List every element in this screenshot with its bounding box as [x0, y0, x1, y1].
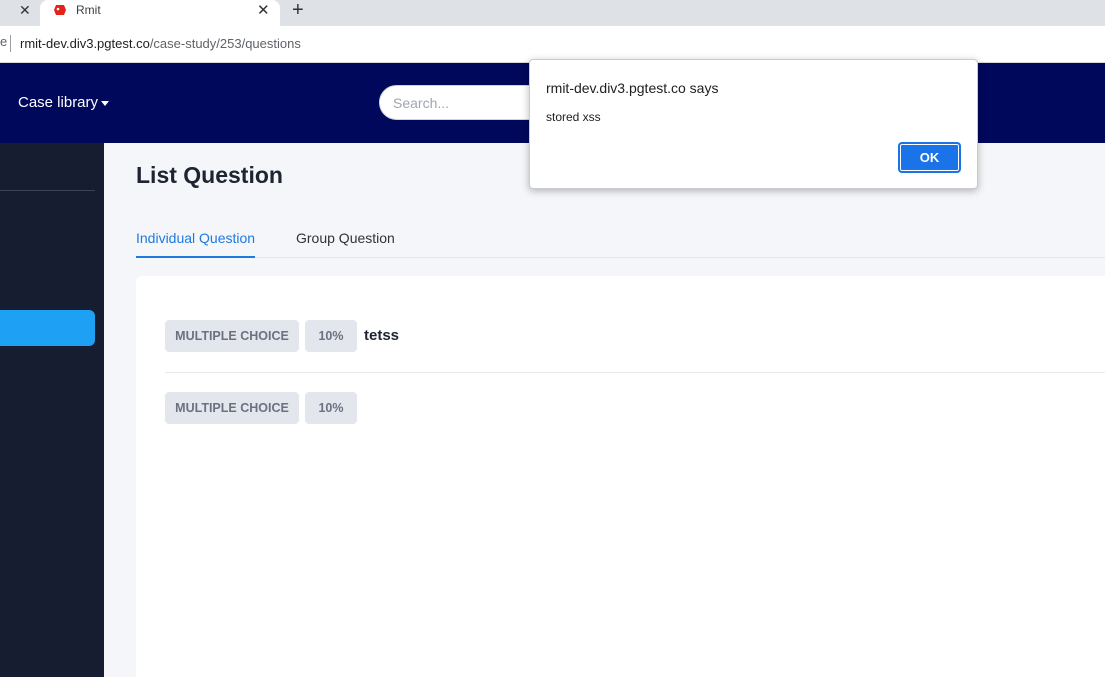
- tab-title: Rmit: [76, 3, 101, 17]
- question-list-card: MULTIPLE CHOICE 10% tetss MULTIPLE CHOIC…: [136, 276, 1105, 677]
- url-text[interactable]: rmit-dev.div3.pgtest.co/case-study/253/q…: [20, 36, 301, 51]
- divider: [165, 372, 1105, 373]
- question-weight-badge: 10%: [305, 392, 357, 424]
- favicon-icon: [54, 5, 66, 15]
- new-tab-icon[interactable]: +: [292, 0, 304, 22]
- tab-group-question[interactable]: Group Question: [296, 230, 395, 258]
- url-host: rmit-dev.div3.pgtest.co: [20, 36, 150, 51]
- sidebar: [0, 143, 104, 677]
- previous-tab[interactable]: ✕: [0, 0, 40, 26]
- caret-down-icon: [101, 100, 110, 106]
- page-title: List Question: [136, 162, 283, 188]
- tab-individual-question[interactable]: Individual Question: [136, 230, 256, 258]
- question-tabs: Individual Question Group Question: [136, 230, 1105, 258]
- url-path: /case-study/253/questions: [149, 36, 301, 51]
- case-library-label: Case library: [18, 94, 99, 111]
- question-text: tetss: [364, 327, 400, 344]
- sidebar-divider: [0, 190, 95, 191]
- ok-button[interactable]: OK: [898, 142, 961, 173]
- browser-tab-bar: ✕ Rmit ✕ +: [0, 0, 1105, 26]
- dialog-title: rmit-dev.div3.pgtest.co says: [546, 80, 719, 96]
- question-type-badge: MULTIPLE CHOICE: [165, 320, 299, 352]
- question-type-badge: MULTIPLE CHOICE: [165, 392, 299, 424]
- sidebar-item-active[interactable]: [0, 310, 95, 346]
- address-bar[interactable]: e rmit-dev.div3.pgtest.co/case-study/253…: [0, 26, 1105, 63]
- close-icon[interactable]: ✕: [19, 2, 31, 19]
- alert-dialog: rmit-dev.div3.pgtest.co says stored xss …: [529, 59, 978, 189]
- close-icon[interactable]: ✕: [257, 1, 270, 19]
- case-library-dropdown[interactable]: Case library: [18, 94, 110, 111]
- address-prefix: e: [0, 34, 8, 49]
- dialog-message: stored xss: [546, 110, 601, 124]
- browser-tab-active[interactable]: Rmit ✕: [40, 0, 280, 26]
- question-weight-badge: 10%: [305, 320, 357, 352]
- address-separator: [10, 35, 11, 52]
